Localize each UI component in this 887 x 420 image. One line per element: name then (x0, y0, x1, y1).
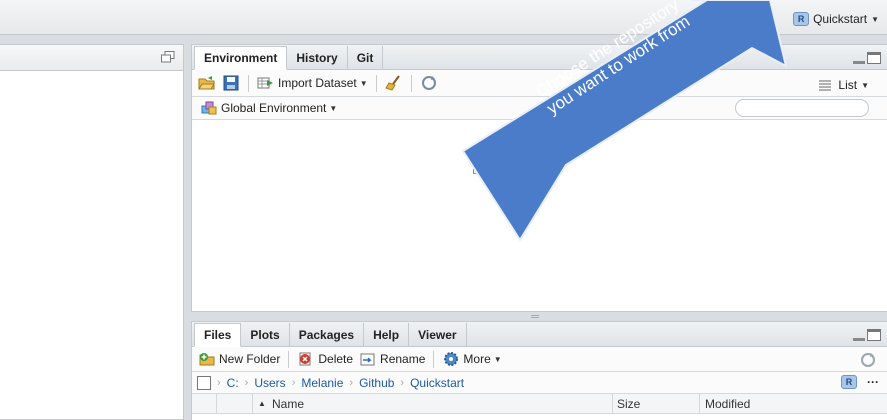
more-label: More (463, 352, 491, 366)
toolbar-separator (375, 74, 377, 92)
refresh-icon[interactable] (420, 75, 438, 91)
tab-viewer[interactable]: Viewer (409, 323, 467, 346)
select-all-checkbox[interactable] (197, 375, 211, 390)
breadcrumb: › C: › Users › Melanie › Github › Quicks… (192, 372, 887, 394)
toolbar-separator (433, 350, 435, 368)
files-table-header: ▲ Name Size Modified (192, 394, 887, 414)
global-environment-label: Global Environment (221, 101, 327, 115)
env-window-buttons (853, 52, 881, 64)
toolbar-separator (288, 350, 290, 368)
tab-history[interactable]: History (287, 46, 348, 69)
more-menu-button[interactable]: More ▼ (442, 351, 502, 367)
maximize-icon[interactable] (867, 52, 881, 64)
files-tabbar: Files Plots Packages Help Viewer (192, 322, 887, 347)
tab-environment[interactable]: Environment (194, 46, 288, 70)
breadcrumb-melanie[interactable]: Melanie (301, 376, 343, 390)
chevron-down-icon: ▼ (861, 80, 869, 90)
chevron-down-icon: ▼ (329, 103, 338, 113)
project-directory-icon[interactable]: R (841, 375, 857, 389)
splitter-grip-icon (531, 315, 539, 318)
import-dataset-button[interactable]: Import Dataset ▼ (257, 75, 368, 91)
env-search-input[interactable] (735, 99, 869, 117)
delete-icon (299, 352, 311, 366)
new-folder-label: New Folder (219, 352, 281, 366)
restore-window-icon[interactable] (161, 51, 175, 63)
list-view-label: List (838, 78, 858, 92)
column-header-modified[interactable]: Modified (705, 397, 750, 411)
tab-git[interactable]: Git (348, 46, 384, 69)
more-options-button[interactable]: ··· (867, 375, 879, 389)
r-project-icon: R (793, 12, 810, 26)
files-pane: Files Plots Packages Help Viewer New Fol… (191, 321, 887, 420)
broom-icon[interactable] (384, 75, 403, 91)
breadcrumb-quickstart[interactable]: Quickstart (410, 376, 464, 390)
top-toolbar: R Quickstart ▼ (0, 0, 887, 35)
toolbar-separator (248, 74, 249, 92)
maximize-icon[interactable] (867, 329, 881, 341)
tab-packages[interactable]: Packages (290, 323, 365, 346)
breadcrumb-separator: › (349, 376, 354, 389)
column-header-size[interactable]: Size (617, 397, 640, 411)
column-header-name[interactable]: Name (272, 397, 304, 411)
breadcrumb-c[interactable]: C: (227, 376, 239, 390)
gear-icon (444, 352, 459, 366)
rename-icon (360, 353, 375, 366)
save-icon[interactable] (222, 75, 240, 91)
breadcrumb-separator: › (400, 376, 405, 389)
environment-cubes-icon (201, 101, 217, 115)
project-label: Quickstart (813, 12, 868, 26)
new-folder-icon (199, 353, 215, 366)
delete-label: Delete (318, 352, 354, 366)
new-folder-button[interactable]: New Folder (198, 351, 280, 367)
global-environment-menu[interactable]: Global Environment ▼ (200, 100, 337, 116)
project-menu[interactable]: R Quickstart ▼ (793, 12, 879, 26)
chevron-down-icon: ▼ (493, 354, 502, 364)
rename-label: Rename (380, 352, 426, 366)
import-dataset-icon (257, 77, 273, 89)
breadcrumb-separator: › (217, 376, 221, 389)
minimize-icon[interactable] (853, 53, 865, 64)
breadcrumb-separator: › (291, 376, 296, 389)
tab-help[interactable]: Help (364, 323, 410, 346)
env-tabbar: Environment History Git (192, 45, 887, 70)
files-window-buttons (853, 329, 881, 341)
files-toolbar: New Folder Delete Rename More ▼ (192, 347, 887, 372)
delete-button[interactable]: Delete (297, 351, 353, 367)
list-icon (819, 80, 832, 91)
minimize-icon[interactable] (853, 330, 865, 341)
open-folder-icon[interactable] (198, 75, 216, 91)
breadcrumb-github[interactable]: Github (359, 376, 394, 390)
sort-ascending-icon: ▲ (258, 399, 266, 408)
left-pane (0, 44, 184, 420)
environment-empty-text: Envi (472, 163, 496, 177)
list-view-button[interactable]: List ▼ (816, 77, 869, 93)
chevron-down-icon: ▼ (359, 78, 368, 88)
toolbar-separator (410, 74, 412, 92)
tab-plots[interactable]: Plots (241, 323, 290, 346)
import-dataset-label: Import Dataset (278, 76, 357, 90)
tab-files[interactable]: Files (194, 323, 242, 347)
refresh-icon[interactable] (859, 352, 877, 368)
breadcrumb-users[interactable]: Users (254, 376, 285, 390)
rename-button[interactable]: Rename (359, 351, 425, 367)
chevron-down-icon: ▼ (871, 14, 879, 24)
left-pane-header (0, 45, 183, 71)
breadcrumb-separator: › (244, 376, 249, 389)
pane-splitter[interactable] (191, 312, 887, 321)
